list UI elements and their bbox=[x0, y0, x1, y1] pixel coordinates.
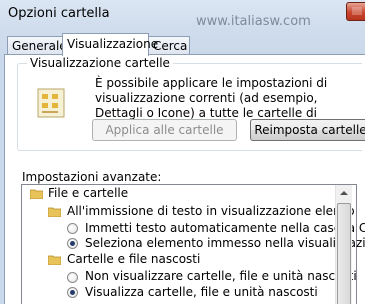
tab-strip: Generale Visualizzazione Cerca bbox=[4, 33, 365, 56]
list-item[interactable]: All'immissione di testo in visualizzazio… bbox=[67, 203, 355, 219]
radio-auto-search[interactable] bbox=[67, 223, 78, 234]
tab-visualizzazione[interactable]: Visualizzazione bbox=[62, 33, 158, 56]
radio-show-hidden[interactable] bbox=[67, 287, 78, 298]
list-item[interactable]: Cartelle e file nascosti bbox=[67, 251, 200, 267]
list-item[interactable]: Seleziona elemento immesso nella visuali… bbox=[85, 235, 365, 251]
folder-icon bbox=[30, 189, 43, 199]
window-title: Opzioni cartella bbox=[8, 6, 110, 21]
scroll-up-arrow-icon[interactable] bbox=[336, 185, 352, 202]
title-bar[interactable]: Opzioni cartella www.italiasw.com bbox=[0, 0, 365, 29]
watermark: www.italiasw.com bbox=[196, 14, 311, 29]
group-title: Visualizzazione cartelle bbox=[27, 56, 173, 70]
folder-icon bbox=[48, 207, 61, 217]
folder-options-window: Opzioni cartella www.italiasw.com Genera… bbox=[0, 0, 365, 304]
folder-view-icon bbox=[37, 88, 65, 118]
reset-folders-button[interactable]: Reimposta cartelle bbox=[250, 119, 365, 141]
radio-hide-hidden[interactable] bbox=[67, 272, 78, 283]
scroll-thumb[interactable] bbox=[337, 203, 351, 304]
tab-generale[interactable]: Generale bbox=[7, 36, 67, 54]
list-item[interactable]: File e cartelle bbox=[48, 185, 128, 201]
list-item[interactable]: Immetti testo automaticamente nella case… bbox=[85, 220, 365, 236]
list-item[interactable]: Non visualizzare cartelle, file e unità … bbox=[85, 268, 357, 284]
advanced-settings-label: Impostazioni avanzate: bbox=[22, 170, 162, 184]
radio-select-item[interactable] bbox=[67, 238, 78, 249]
close-button[interactable] bbox=[346, 2, 365, 21]
folder-icon bbox=[48, 255, 61, 265]
list-item[interactable]: Visualizza cartelle, file e unità nascos… bbox=[85, 284, 318, 300]
list-scrollbar[interactable] bbox=[335, 185, 352, 304]
apply-to-folders-button[interactable]: Applica alle cartelle bbox=[92, 119, 237, 141]
